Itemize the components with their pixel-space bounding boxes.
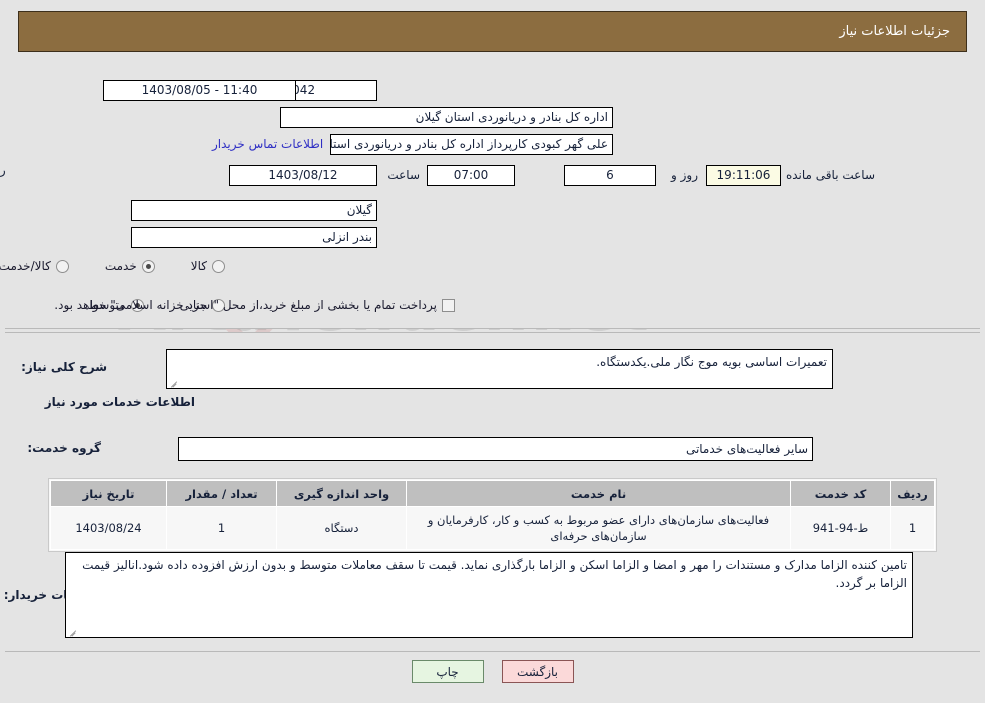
table-header-row: ردیف کد خدمت نام خدمت واحد اندازه گیری ت… bbox=[50, 480, 935, 507]
col-need-date: تاریخ نیاز bbox=[50, 480, 167, 507]
col-service-name: نام خدمت bbox=[406, 480, 791, 507]
radio-kala-circle-icon[interactable] bbox=[212, 259, 225, 273]
general-desc-label: شرح کلی نیاز: bbox=[21, 360, 107, 374]
col-quantity: تعداد / مقدار bbox=[166, 480, 277, 507]
col-unit: واحد اندازه گیری bbox=[276, 480, 407, 507]
services-heading: اطلاعات خدمات مورد نیاز bbox=[44, 395, 195, 409]
table-row: 1 ط-94-941 فعالیت‌های سازمان‌های دارای ع… bbox=[50, 506, 935, 550]
cell-row-no: 1 bbox=[890, 506, 935, 550]
cell-need-date: 1403/08/24 bbox=[50, 506, 167, 550]
services-table-head: ردیف کد خدمت نام خدمت واحد اندازه گیری ت… bbox=[50, 480, 935, 507]
need-info-panel bbox=[5, 64, 980, 329]
services-table-body: 1 ط-94-941 فعالیت‌های سازمان‌های دارای ع… bbox=[50, 506, 935, 550]
cell-service-name: فعالیت‌های سازمان‌های دارای عضو مربوط به… bbox=[406, 506, 791, 550]
delivery-city-field[interactable]: بندر انزلی bbox=[131, 227, 377, 248]
print-button[interactable]: چاپ bbox=[411, 660, 484, 683]
treasury-bond-checkbox-icon[interactable] bbox=[442, 298, 455, 312]
creator-field[interactable]: علی گهر کبودی کارپرداز اداره کل بنادر و … bbox=[330, 134, 613, 155]
resize-grip-icon[interactable] bbox=[169, 377, 179, 387]
buyer-notes-textarea[interactable]: تامین کننده الزاما مدارک و مستندات را مه… bbox=[65, 552, 913, 638]
delivery-province-field[interactable]: گیلان bbox=[131, 200, 377, 221]
announce-datetime-field[interactable]: 1403/08/05 - 11:40 bbox=[103, 80, 296, 101]
radio-khedmat[interactable]: خدمت bbox=[105, 259, 155, 273]
radio-khedmat-label: خدمت bbox=[104, 259, 137, 273]
services-table-wrapper: ردیف کد خدمت نام خدمت واحد اندازه گیری ت… bbox=[48, 478, 937, 552]
buyer-notes-value: تامین کننده الزاما مدارک و مستندات را مه… bbox=[82, 558, 907, 590]
page-title: جزئیات اطلاعات نیاز bbox=[18, 11, 967, 52]
deadline-days-field[interactable]: 6 bbox=[564, 165, 656, 186]
treasury-bond-checkbox-row[interactable]: پرداخت تمام یا بخشی از مبلغ خرید،از محل … bbox=[54, 298, 455, 312]
deadline-time-field[interactable]: 07:00 bbox=[427, 165, 515, 186]
radio-kala[interactable]: کالا bbox=[191, 259, 225, 273]
footer-actions: بازگشت چاپ bbox=[0, 660, 985, 683]
radio-kala-khedmat-circle-icon[interactable] bbox=[55, 259, 69, 273]
cell-service-code: ط-94-941 bbox=[790, 506, 891, 550]
deadline-countdown-field: 19:11:06 bbox=[706, 165, 781, 186]
service-group-field[interactable]: سایر فعالیت‌های خدماتی bbox=[178, 437, 813, 461]
cell-unit: دستگاه bbox=[276, 506, 407, 550]
general-desc-textarea[interactable]: تعمیرات اساسی بویه موج نگار ملی.یکدستگاه… bbox=[166, 349, 833, 389]
back-button[interactable]: بازگشت bbox=[501, 660, 574, 683]
col-service-code: کد خدمت bbox=[790, 480, 891, 507]
deadline-countdown-label: ساعت باقی مانده bbox=[785, 168, 875, 182]
buyer-notes-resize-grip-icon[interactable] bbox=[68, 626, 78, 636]
buyer-contact-link[interactable]: اطلاعات تماس خریدار bbox=[212, 137, 323, 151]
radio-kala-khedmat-label: کالا/خدمت bbox=[0, 259, 51, 273]
radio-kala-label: کالا bbox=[190, 259, 207, 273]
services-table: ردیف کد خدمت نام خدمت واحد اندازه گیری ت… bbox=[50, 480, 935, 550]
deadline-time-label: ساعت bbox=[387, 168, 420, 182]
page-title-label: جزئیات اطلاعات نیاز bbox=[839, 24, 950, 39]
general-desc-value: تعمیرات اساسی بویه موج نگار ملی.یکدستگاه… bbox=[596, 355, 827, 369]
col-row-no: ردیف bbox=[890, 480, 935, 507]
radio-kala-khedmat[interactable]: کالا/خدمت bbox=[0, 259, 69, 273]
radio-khedmat-circle-icon[interactable] bbox=[141, 259, 155, 273]
deadline-days-label: روز و bbox=[671, 168, 698, 182]
service-group-label: گروه خدمت: bbox=[27, 441, 101, 455]
deadline-date-field[interactable]: 1403/08/12 bbox=[229, 165, 377, 186]
cell-quantity: 1 bbox=[166, 506, 277, 550]
subject-class-options: کالا خدمت کالا/خدمت bbox=[0, 259, 225, 273]
treasury-bond-checkbox-label: پرداخت تمام یا بخشی از مبلغ خرید،از محل … bbox=[54, 298, 437, 312]
buyer-org-field[interactable]: اداره کل بنادر و دریانوردی استان گیلان bbox=[280, 107, 613, 128]
page-root: V ArtaTender.net جزئیات اطلاعات نیاز شما… bbox=[0, 0, 985, 703]
